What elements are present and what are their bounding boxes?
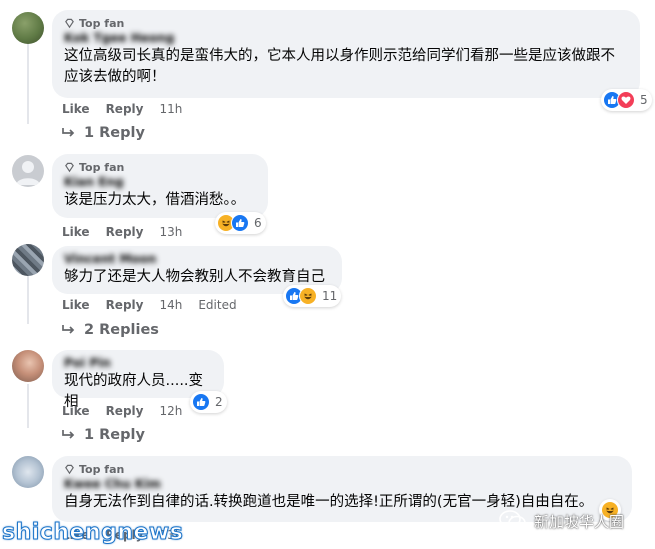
edited-label: Edited	[198, 298, 237, 312]
haha-reaction-icon	[299, 287, 317, 305]
diamond-icon	[65, 162, 74, 172]
replies-label: 2 Replies	[84, 322, 159, 338]
like-reaction-icon	[231, 214, 249, 232]
reply-button[interactable]: Reply	[106, 225, 144, 239]
watermark-wechat: 新加坡华人圈	[498, 509, 624, 533]
watermark-label: 新加坡华人圈	[534, 512, 625, 531]
avatar[interactable]	[12, 456, 44, 488]
view-replies-button[interactable]: 1 Reply	[62, 123, 145, 143]
reply-arrow-icon	[62, 325, 75, 334]
reply-arrow-icon	[62, 128, 75, 137]
avatar[interactable]	[12, 244, 44, 276]
comment-author[interactable]: Kian Eng	[64, 174, 256, 190]
timestamp[interactable]: 11h	[159, 102, 182, 116]
like-button[interactable]: Like	[62, 225, 90, 239]
view-replies-button[interactable]: 1 Reply	[62, 425, 145, 445]
avatar[interactable]	[12, 155, 44, 187]
comment-author[interactable]: Poi Pin	[64, 355, 212, 371]
reaction-count: 6	[254, 216, 262, 230]
timestamp[interactable]: 14h	[159, 298, 182, 312]
reaction-count: 11	[322, 289, 338, 303]
view-replies-button[interactable]: 2 Replies	[62, 320, 159, 340]
default-avatar-icon	[16, 161, 40, 185]
comment-actions: Like Reply 11h	[62, 101, 182, 117]
top-fan-badge: Top fan	[64, 16, 628, 30]
diamond-icon	[65, 18, 74, 28]
thread-line	[27, 44, 29, 124]
like-button[interactable]: Like	[62, 102, 90, 116]
replies-label: 1 Reply	[84, 125, 145, 141]
timestamp[interactable]: 12h	[159, 404, 182, 418]
reply-button[interactable]: Reply	[106, 102, 144, 116]
reaction-summary[interactable]: 5	[601, 89, 652, 111]
replies-label: 1 Reply	[84, 427, 145, 443]
comment-actions: Like Reply 12h	[62, 403, 182, 419]
like-button[interactable]: Like	[62, 298, 90, 312]
reaction-count: 5	[640, 93, 648, 107]
badge-label: Top fan	[79, 160, 125, 174]
reaction-summary[interactable]: 11	[283, 285, 342, 307]
comment-bubble: Top fan Kok Tgee Heong 这位高级司长真的是蛮伟大的，它本人…	[52, 10, 640, 98]
reaction-count: 2	[215, 395, 223, 409]
love-reaction-icon	[617, 91, 635, 109]
comment-actions: Like Reply 13h	[62, 224, 182, 240]
comment-author[interactable]: Kwee Chu Kim	[64, 476, 620, 492]
badge-label: Top fan	[79, 16, 125, 30]
top-fan-badge: Top fan	[64, 160, 256, 174]
comment-actions: Like Reply 14h Edited	[62, 297, 237, 313]
reply-button[interactable]: Reply	[106, 298, 144, 312]
avatar[interactable]	[12, 350, 44, 382]
badge-label: Top fan	[79, 462, 125, 476]
avatar[interactable]	[12, 12, 44, 44]
comment-author[interactable]: Kok Tgee Heong	[64, 30, 628, 46]
watermark-shichengnews: shichengnews	[1, 520, 184, 546]
timestamp[interactable]: 13h	[159, 225, 182, 239]
like-button[interactable]: Like	[62, 404, 90, 418]
thread-line	[27, 384, 29, 428]
reaction-summary[interactable]: 2	[190, 391, 227, 413]
diamond-icon	[65, 464, 74, 474]
comment-text: 该是压力太大，借酒消愁。。	[64, 192, 246, 208]
like-reaction-icon	[192, 393, 210, 411]
comment-author[interactable]: Vincent Moon	[64, 251, 330, 267]
reaction-summary[interactable]: 6	[215, 212, 266, 234]
comment-bubble: Top fan Kian Eng 该是压力太大，借酒消愁。。	[52, 154, 268, 218]
reply-arrow-icon	[62, 430, 75, 439]
comment-text: 这位高级司长真的是蛮伟大的，它本人用以身作则示范给同学们看那一些是应该做跟不应该…	[64, 48, 615, 85]
top-fan-badge: Top fan	[64, 462, 620, 476]
wechat-icon	[499, 510, 526, 531]
reply-button[interactable]: Reply	[106, 404, 144, 418]
thread-line	[27, 276, 29, 324]
